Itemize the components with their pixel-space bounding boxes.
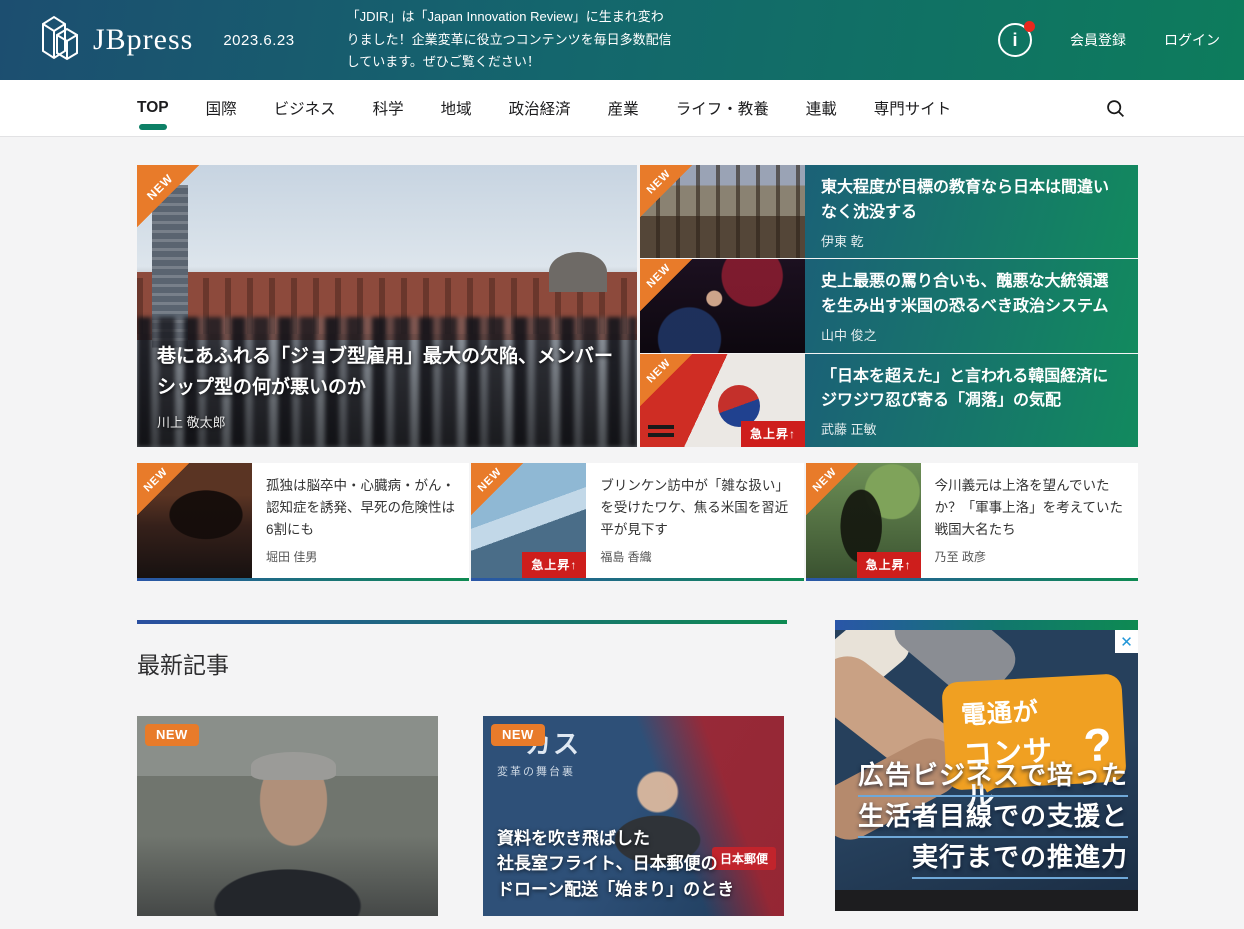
- brand-logo[interactable]: JBpress: [37, 11, 193, 70]
- featured-article-1[interactable]: NEW 東大程度が目標の教育なら日本は間違いなく沈没する 伊東 乾: [640, 165, 1138, 258]
- new-ribbon: NEW: [471, 463, 523, 515]
- series-subtitle: 変革の舞台裏: [497, 763, 770, 779]
- featured-article-3[interactable]: NEW 急上昇↑ 「日本を超えた」と言われる韓国経済にジワジワ忍び寄る「凋落」の…: [640, 354, 1138, 447]
- hero-author: 川上 敬太郎: [157, 412, 617, 431]
- new-ribbon: NEW: [640, 354, 692, 406]
- hero-image-detail: [549, 252, 607, 292]
- featured-title: 東大程度が目標の教育なら日本は間違いなく沈没する: [821, 176, 1122, 226]
- nav-item-international[interactable]: 国際: [206, 93, 237, 123]
- header-actions: i 会員登録 ログイン: [998, 23, 1220, 57]
- new-badge: NEW: [491, 724, 545, 746]
- trending-badge: 急上昇↑: [741, 421, 805, 447]
- ad-bottom-bar: [835, 890, 1138, 911]
- nav-item-region[interactable]: 地域: [441, 93, 472, 123]
- trending-badge: 急上昇↑: [857, 552, 921, 578]
- nav-item-science[interactable]: 科学: [373, 93, 404, 123]
- new-ribbon: NEW: [640, 165, 692, 217]
- ad-headline: 広告ビジネスで培った 生活者目線での支援と 実行までの推進力: [858, 756, 1128, 879]
- small-title: 今川義元は上洛を望んでいたか？「軍事上洛」を考えていた戦国大名たち: [935, 475, 1124, 541]
- main-nav: TOP 国際 ビジネス 科学 地域 政治経済 産業 ライフ・教養 連載 専門サイ…: [0, 80, 1244, 137]
- site-header: JBpress 2023.6.23 「JDIR」は「Japan Innovati…: [0, 0, 1244, 80]
- advertisement[interactable]: ✕ 電通が コンサル ? 広告ビジネスで培った 生活者目線での支援と 実行までの…: [835, 630, 1138, 911]
- new-badge: NEW: [145, 724, 199, 746]
- nav-item-top[interactable]: TOP: [137, 95, 169, 121]
- ad-top-gradient-bar: [835, 620, 1138, 630]
- login-link[interactable]: ログイン: [1164, 30, 1220, 50]
- nav-item-business[interactable]: ビジネス: [274, 93, 336, 123]
- jbpress-logo-icon: [37, 11, 83, 70]
- image-headline: 資料を吹き飛ばした 社長室フライト、日本郵便の ドローン配送「始まり」のとき: [497, 826, 734, 903]
- announcement-line: 「JDIR」は「Japan Innovation Review」に生まれ変わ: [347, 6, 672, 29]
- nav-item-series[interactable]: 連載: [806, 93, 837, 123]
- hero-article[interactable]: NEW 巷にあふれる「ジョブ型雇用」最大の欠陥、メンバーシップ型の何が悪いのか …: [137, 165, 637, 447]
- info-icon[interactable]: i: [998, 23, 1032, 57]
- section-divider: [137, 620, 787, 624]
- new-ribbon: NEW: [137, 165, 199, 227]
- nav-item-industry[interactable]: 産業: [608, 93, 639, 123]
- nav-item-special-sites[interactable]: 専門サイト: [874, 93, 952, 123]
- featured-article-2[interactable]: NEW 史上最悪の罵り合いも、醜悪な大統領選を生み出す米国の恐るべき政治システム…: [640, 259, 1138, 352]
- featured-author: 武藤 正敏: [821, 419, 1122, 438]
- hero-title: 巷にあふれる「ジョブ型雇用」最大の欠陥、メンバーシップ型の何が悪いのか: [157, 342, 617, 403]
- small-title: 孤独は脳卒中・心臓病・がん・認知症を誘発、早死の危険性は6割にも: [266, 475, 455, 541]
- announcement-line: しています。ぜひご覧ください！: [347, 51, 672, 74]
- featured-author: 山中 俊之: [821, 325, 1122, 344]
- content: NEW 巷にあふれる「ジョブ型雇用」最大の欠陥、メンバーシップ型の何が悪いのか …: [137, 137, 1138, 929]
- featured-column: NEW 東大程度が目標の教育なら日本は間違いなく沈没する 伊東 乾 NEW 史上…: [640, 165, 1138, 447]
- small-article-3[interactable]: NEW 急上昇↑ 今川義元は上洛を望んでいたか？「軍事上洛」を考えていた戦国大名…: [806, 463, 1138, 581]
- ad-close-icon[interactable]: ✕: [1115, 630, 1138, 653]
- featured-title: 史上最悪の罵り合いも、醜悪な大統領選を生み出す米国の恐るべき政治システム: [821, 270, 1122, 320]
- small-cards-row: NEW 孤独は脳卒中・心臓病・がん・認知症を誘発、早死の危険性は6割にも 堀田 …: [137, 463, 1138, 581]
- new-ribbon: NEW: [806, 463, 858, 515]
- small-title: ブリンケン訪中が「雑な扱い」を受けたワケ、焦る米国を習近平が見下す: [600, 475, 789, 541]
- featured-author: 伊東 乾: [821, 231, 1122, 250]
- search-icon[interactable]: [1105, 98, 1126, 119]
- latest-heading: 最新記事: [137, 646, 787, 680]
- new-ribbon: NEW: [137, 463, 189, 515]
- latest-section: 最新記事 NEW バイデン大統領、“放蕩息子”が罪状認めて再選に暗雲 NEW ー…: [137, 620, 787, 929]
- trending-badge: 急上昇↑: [522, 552, 586, 578]
- small-author: 福島 香織: [600, 548, 789, 565]
- header-date: 2023.6.23: [223, 32, 294, 49]
- small-article-1[interactable]: NEW 孤独は脳卒中・心臓病・がん・認知症を誘発、早死の危険性は6割にも 堀田 …: [137, 463, 469, 581]
- latest-article-2[interactable]: NEW ーカス 変革の舞台裏 日本郵便 資料を吹き飛ばした 社長室フライト、日本…: [483, 716, 784, 929]
- featured-title: 「日本を超えた」と言われる韓国経済にジワジワ忍び寄る「凋落」の気配: [821, 365, 1122, 415]
- flag-detail: [648, 433, 674, 437]
- announcement: 「JDIR」は「Japan Innovation Review」に生まれ変わ り…: [347, 6, 672, 74]
- latest-image-portrait: [137, 716, 438, 916]
- small-author: 乃至 政彦: [935, 548, 1124, 565]
- latest-article-1[interactable]: NEW バイデン大統領、“放蕩息子”が罪状認めて再選に暗雲: [137, 716, 438, 929]
- nav-item-politics-economy[interactable]: 政治経済: [509, 93, 571, 123]
- nav-item-life-culture[interactable]: ライフ・教養: [676, 93, 769, 123]
- new-ribbon: NEW: [640, 259, 692, 311]
- register-link[interactable]: 会員登録: [1070, 30, 1126, 50]
- notification-dot: [1024, 21, 1035, 32]
- ad-column: ✕ 電通が コンサル ? 広告ビジネスで培った 生活者目線での支援と 実行までの…: [835, 620, 1138, 929]
- hero-caption: 巷にあふれる「ジョブ型雇用」最大の欠陥、メンバーシップ型の何が悪いのか 川上 敬…: [137, 328, 637, 447]
- brand-name: JBpress: [93, 23, 193, 57]
- small-author: 堀田 佳男: [266, 548, 455, 565]
- flag-detail: [648, 425, 674, 429]
- small-article-2[interactable]: NEW 急上昇↑ ブリンケン訪中が「雑な扱い」を受けたワケ、焦る米国を習近平が見…: [471, 463, 803, 581]
- announcement-line: りました！企業変革に役立つコンテンツを毎日多数配信: [347, 29, 672, 52]
